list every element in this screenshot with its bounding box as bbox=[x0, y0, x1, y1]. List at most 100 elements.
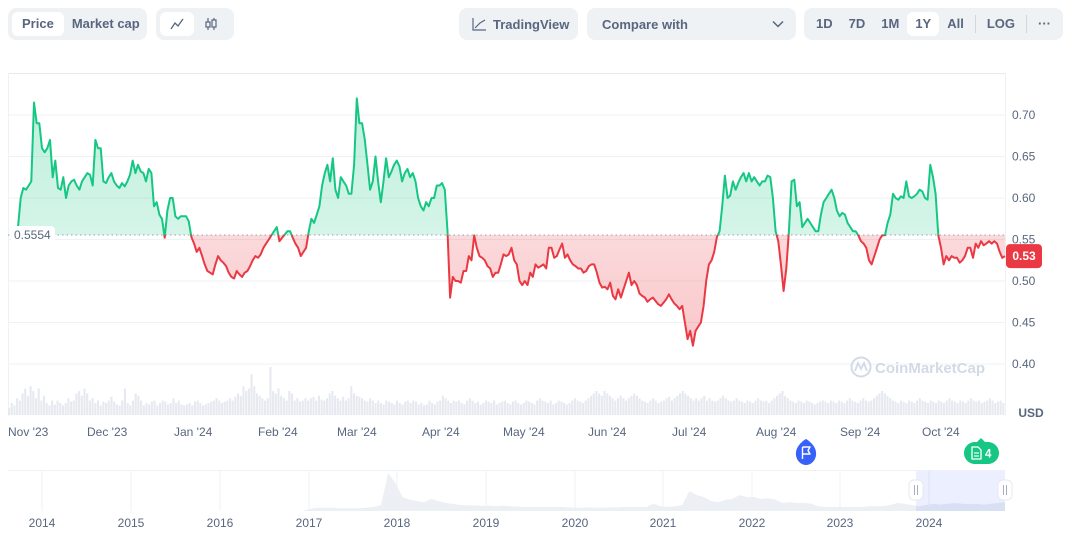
volume-bar bbox=[921, 400, 924, 415]
navigator[interactable]: 2014 2015 2016 2017 2018 2019 2020 2021 2022 2023… bbox=[8, 470, 1013, 530]
volume-bar bbox=[996, 401, 1000, 415]
volume-bar bbox=[546, 403, 550, 415]
volume-bar bbox=[409, 403, 412, 415]
current-price-text: 0.53 bbox=[1012, 249, 1036, 263]
volume-bar bbox=[387, 401, 391, 415]
volume-bar bbox=[463, 404, 466, 415]
volume-bar bbox=[51, 400, 54, 415]
volume-bar bbox=[778, 393, 781, 415]
volume-bar bbox=[975, 401, 978, 415]
volume-bar bbox=[115, 404, 118, 415]
volume-bar bbox=[48, 405, 51, 415]
price-chart[interactable]: CoinMarketCap 0.5554 0.400.450.500.550.6… bbox=[0, 0, 1067, 535]
volume-bar bbox=[258, 395, 261, 415]
volume-bar bbox=[511, 401, 514, 415]
navigator-year-labels: 2014 2015 2016 2017 2018 2019 2020 2021 2022 2023… bbox=[29, 516, 943, 530]
plot-left-border bbox=[8, 73, 9, 416]
volume-bar bbox=[751, 403, 754, 415]
navigator-handle-right[interactable] bbox=[997, 479, 1013, 501]
volume-bar bbox=[972, 400, 975, 415]
volume-bar bbox=[105, 403, 108, 415]
volume-bar bbox=[695, 398, 698, 415]
navigator-history-area bbox=[8, 473, 1005, 511]
volume-bar bbox=[21, 393, 24, 415]
volume-bar bbox=[883, 393, 886, 415]
volume-bar bbox=[134, 393, 137, 415]
volume-bar bbox=[253, 386, 256, 415]
volume-bar bbox=[775, 395, 779, 415]
navigator-year-label: 2020 bbox=[562, 516, 589, 530]
volume-bar bbox=[509, 404, 512, 415]
flag-marker-bg bbox=[795, 439, 817, 465]
volume-bar bbox=[732, 400, 735, 415]
volume-bar bbox=[891, 400, 894, 415]
volume-bar bbox=[918, 398, 921, 415]
volume-bar bbox=[552, 404, 555, 415]
volume-bar bbox=[608, 395, 611, 415]
volume-bar bbox=[145, 403, 148, 415]
plot-top-border bbox=[8, 73, 1005, 74]
volume-bar bbox=[730, 401, 733, 415]
volume-bar bbox=[191, 405, 194, 415]
volume-bar bbox=[894, 401, 897, 415]
volume-bar bbox=[864, 400, 867, 415]
volume-bar bbox=[110, 396, 113, 415]
navigator-year-label: 2014 bbox=[29, 516, 56, 530]
event-flag-marker[interactable] bbox=[795, 439, 817, 465]
volume-bar bbox=[175, 403, 178, 415]
volume-bar bbox=[501, 401, 504, 415]
volume-bar bbox=[18, 400, 21, 415]
volume-bar bbox=[193, 401, 197, 415]
volume-bar bbox=[630, 395, 633, 415]
volume-bar bbox=[212, 400, 215, 415]
volume-bar bbox=[967, 400, 970, 415]
volume-bar bbox=[614, 400, 617, 415]
volume-bar bbox=[978, 400, 981, 415]
plot-right-border bbox=[1005, 73, 1006, 416]
volume-bar bbox=[697, 400, 700, 415]
volume-bar bbox=[80, 395, 83, 415]
volume-bar bbox=[749, 401, 752, 415]
volume-bar bbox=[506, 403, 509, 415]
volume-bar bbox=[703, 395, 706, 415]
volume-bar bbox=[360, 398, 364, 415]
volume-bar bbox=[983, 401, 986, 415]
volume-bar bbox=[396, 400, 399, 415]
volume-bar bbox=[199, 403, 202, 415]
volume-bar bbox=[986, 400, 989, 415]
volume-bar bbox=[53, 404, 56, 415]
volume-bar bbox=[150, 401, 153, 415]
volume-bar bbox=[530, 403, 533, 415]
volume-bar bbox=[156, 405, 159, 415]
volume-bar bbox=[431, 403, 434, 415]
volume-bar bbox=[412, 400, 415, 415]
volume-bar bbox=[794, 403, 797, 415]
volume-bar bbox=[727, 400, 730, 415]
volume-bar bbox=[541, 400, 544, 415]
volume-bar bbox=[937, 400, 940, 415]
volume-bar bbox=[843, 403, 846, 415]
volume-bar bbox=[765, 400, 768, 415]
news-marker[interactable]: 4 bbox=[964, 438, 999, 464]
volume-bar bbox=[913, 403, 916, 415]
volume-bar bbox=[587, 398, 590, 415]
navigator-selection[interactable] bbox=[916, 471, 1005, 511]
volume-bar bbox=[317, 395, 320, 415]
volume-bar bbox=[34, 398, 38, 415]
volume-bar bbox=[528, 401, 531, 415]
volume-bar bbox=[140, 400, 143, 415]
volume-bar bbox=[579, 401, 582, 415]
volume-bar bbox=[646, 403, 649, 415]
volume-bar bbox=[288, 391, 291, 415]
volume-bar bbox=[137, 395, 140, 415]
navigator-handle-left[interactable] bbox=[908, 479, 924, 501]
volume-bar bbox=[482, 403, 485, 415]
navigator-year-label: 2021 bbox=[650, 516, 677, 530]
volume-bar bbox=[315, 400, 318, 415]
volume-bar bbox=[840, 401, 843, 415]
volume-bar bbox=[692, 400, 695, 415]
volume-bar bbox=[824, 401, 827, 415]
volume-bar bbox=[164, 401, 167, 415]
volume-bar bbox=[603, 391, 606, 415]
volume-bar bbox=[724, 398, 727, 415]
